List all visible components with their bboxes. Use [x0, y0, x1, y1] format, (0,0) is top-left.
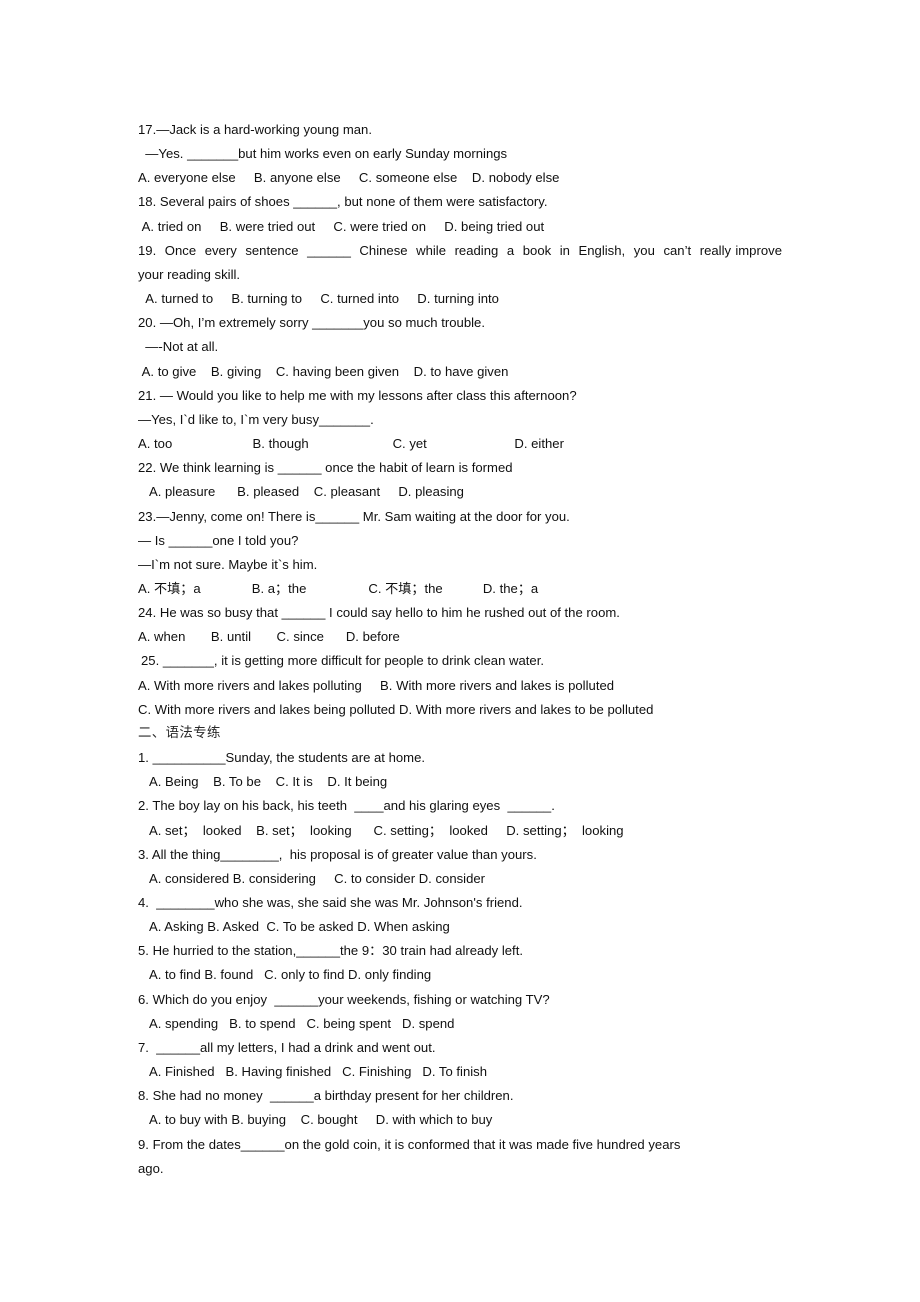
- option-line-q20: A. to give B. giving C. having been give…: [138, 363, 509, 379]
- option-line-q19: A. turned to B. turning to C. turned int…: [138, 291, 499, 307]
- question-line-g1-stem: 1. __________Sunday, the students are at…: [138, 750, 426, 766]
- option-line-g1: A. Being B. To be C. It is D. It being: [138, 774, 388, 790]
- question-line-q25-stem: 25. _______, it is getting more difficul…: [141, 653, 545, 669]
- question-line-q17-stem: 17.—Jack is a hard-working young man.: [138, 122, 372, 137]
- option-line-q25-ab: A. With more rivers and lakes polluting …: [138, 677, 615, 693]
- question-line-q23-stem: 23.—Jenny, come on! There is______ Mr. S…: [138, 508, 570, 524]
- section-heading-grammar: 二、语法专练: [138, 725, 221, 741]
- option-line-g7: A. Finished B. Having finished C. Finish…: [138, 1064, 488, 1080]
- option-line-q25-cd: C. With more rivers and lakes being poll…: [138, 701, 654, 717]
- question-line-q23-third: —I`m not sure. Maybe it`s him.: [138, 556, 318, 572]
- option-line-g6: A. spending B. to spend C. being spent D…: [138, 1015, 455, 1031]
- question-line-q24-stem: 24. He was so busy that ______ I could s…: [138, 605, 620, 621]
- question-line-q19-stem: 19. Once every sentence ______ Chinese w…: [138, 242, 786, 282]
- option-line-q24: A. when B. until C. since D. before: [138, 629, 400, 645]
- option-line-q18: A. tried on B. were tried out C. were tr…: [138, 218, 545, 234]
- option-line-q17: A. everyone else B. anyone else C. someo…: [138, 170, 560, 186]
- question-line-g4-stem: 4. ________who she was, she said she was…: [138, 895, 523, 910]
- worksheet-page: 17.—Jack is a hard-working young man. —Y…: [0, 0, 920, 1302]
- question-line-q20-stem: 20. —Oh, I’m extremely sorry _______you …: [138, 315, 485, 331]
- question-line-q17-reply: —Yes. _______but him works even on early…: [138, 146, 508, 162]
- option-line-q23: A. 不填；a B. a；the C. 不填；the D. the；a: [138, 580, 539, 596]
- question-line-g3-stem: 3. All the thing________, his proposal i…: [138, 846, 537, 862]
- option-line-q22: A. pleasure B. pleased C. pleasant D. pl…: [138, 484, 464, 500]
- question-line-g8-stem: 8. She had no money ______a birthday pre…: [138, 1088, 514, 1104]
- question-line-q20-reply: —-Not at all.: [138, 339, 219, 355]
- question-line-q21-stem: 21. — Would you like to help me with my …: [138, 387, 577, 403]
- question-line-g7-stem: 7. ______all my letters, I had a drink a…: [138, 1039, 436, 1055]
- option-line-g5: A. to find B. found C. only to find D. o…: [138, 967, 432, 983]
- worksheet-text-column: 17.—Jack is a hard-working young man. —Y…: [138, 118, 782, 1181]
- question-line-g9-continued: ago.: [138, 1160, 164, 1176]
- option-line-q21: A. too B. though C. yet D. either: [138, 436, 564, 452]
- question-line-q21-reply: —Yes, I`d like to, I`m very busy_______.: [138, 411, 374, 427]
- question-line-g9-stem: 9. From the dates______on the gold coin,…: [138, 1136, 681, 1152]
- option-line-g8: A. to buy with B. buying C. bought D. wi…: [138, 1112, 493, 1128]
- option-line-g4: A. Asking B. Asked C. To be asked D. Whe…: [138, 919, 450, 935]
- question-line-g2-stem: 2. The boy lay on his back, his teeth __…: [138, 798, 555, 814]
- question-line-g6-stem: 6. Which do you enjoy ______your weekend…: [138, 991, 550, 1007]
- option-line-g2: A. set； looked B. set； looking C. settin…: [138, 822, 624, 838]
- option-line-g3: A. considered B. considering C. to consi…: [138, 870, 486, 886]
- question-line-q18-stem: 18. Several pairs of shoes ______, but n…: [138, 194, 548, 210]
- question-line-q22-stem: 22. We think learning is ______ once the…: [138, 460, 513, 476]
- question-line-q23-second: — Is ______one I told you?: [138, 532, 299, 548]
- question-line-g5-stem: 5. He hurried to the station,______the 9…: [138, 943, 524, 959]
